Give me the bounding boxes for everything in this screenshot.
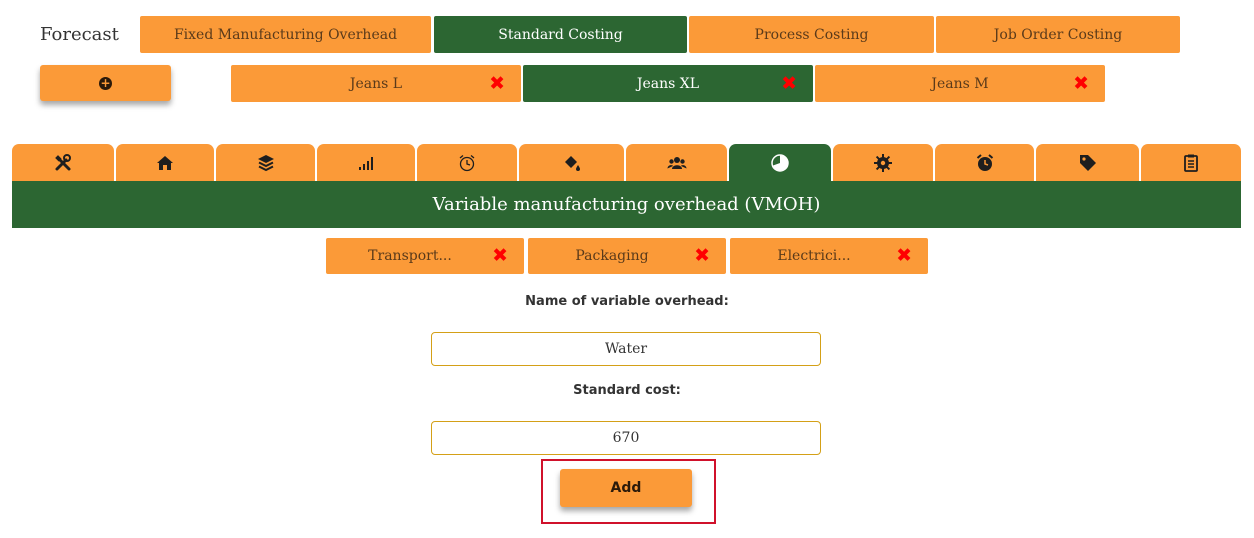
cost-field[interactable] bbox=[431, 421, 821, 455]
category-tab-pie[interactable] bbox=[729, 144, 831, 182]
tags-icon bbox=[1079, 155, 1096, 171]
cog-icon bbox=[874, 154, 892, 172]
category-tab-clipboard[interactable] bbox=[1141, 144, 1241, 182]
overhead-tag-packaging[interactable]: Packaging ✖ bbox=[528, 238, 726, 274]
overhead-label: Electrici... bbox=[777, 248, 851, 264]
overhead-tag-transport[interactable]: Transport... ✖ bbox=[326, 238, 524, 274]
cost-label: Standard cost: bbox=[573, 383, 681, 398]
plus-circle-icon: + bbox=[99, 75, 112, 90]
remove-icon[interactable]: ✖ bbox=[489, 74, 505, 93]
remove-icon[interactable]: ✖ bbox=[492, 246, 508, 266]
tab-standard-costing[interactable]: Standard Costing bbox=[434, 16, 687, 53]
alarm-clock-outline-icon bbox=[459, 155, 475, 172]
add-product-button[interactable]: + bbox=[40, 65, 171, 101]
category-tab-tools[interactable] bbox=[12, 144, 114, 182]
category-tab-cog[interactable] bbox=[833, 144, 933, 182]
product-tab-jeans-l[interactable]: Jeans L ✖ bbox=[231, 65, 521, 102]
product-tab-jeans-m[interactable]: Jeans M ✖ bbox=[815, 65, 1105, 102]
alarm-clock-icon bbox=[976, 154, 993, 171]
category-tab-alarm[interactable] bbox=[935, 144, 1034, 182]
category-tab-users[interactable] bbox=[626, 144, 727, 182]
remove-icon[interactable]: ✖ bbox=[1073, 74, 1089, 93]
product-tab-jeans-xl[interactable]: Jeans XL ✖ bbox=[523, 65, 813, 102]
category-tab-clock[interactable] bbox=[417, 144, 517, 182]
category-tab-layers[interactable] bbox=[216, 144, 315, 182]
remove-icon[interactable]: ✖ bbox=[896, 246, 912, 266]
home-icon bbox=[157, 156, 173, 170]
tools-icon bbox=[55, 154, 71, 171]
category-tab-home[interactable] bbox=[116, 144, 214, 182]
category-tab-tags[interactable] bbox=[1036, 144, 1139, 182]
add-button[interactable]: Add bbox=[560, 469, 692, 507]
overhead-tag-electricity[interactable]: Electrici... ✖ bbox=[730, 238, 928, 274]
category-tab-signal[interactable] bbox=[317, 144, 415, 182]
tab-job-order-costing[interactable]: Job Order Costing bbox=[936, 16, 1180, 53]
remove-icon[interactable]: ✖ bbox=[694, 246, 710, 266]
users-icon bbox=[667, 157, 686, 169]
app-title: Forecast bbox=[40, 24, 119, 45]
layers-icon bbox=[257, 155, 274, 172]
pie-chart-icon bbox=[771, 154, 789, 172]
overhead-label: Packaging bbox=[575, 248, 649, 264]
signal-bars-icon bbox=[359, 157, 373, 170]
tab-fixed-manufacturing-overhead[interactable]: Fixed Manufacturing Overhead bbox=[140, 16, 431, 53]
product-label: Jeans L bbox=[349, 75, 403, 92]
name-label: Name of variable overhead: bbox=[525, 294, 729, 309]
name-field[interactable] bbox=[431, 332, 821, 366]
paint-bucket-icon bbox=[564, 156, 580, 171]
clipboard-icon bbox=[1184, 154, 1198, 172]
section-banner: Variable manufacturing overhead (VMOH) bbox=[12, 181, 1241, 228]
category-tab-paint[interactable] bbox=[519, 144, 624, 182]
tab-process-costing[interactable]: Process Costing bbox=[689, 16, 934, 53]
product-label: Jeans XL bbox=[636, 75, 700, 92]
overhead-label: Transport... bbox=[368, 248, 452, 264]
remove-icon[interactable]: ✖ bbox=[781, 74, 797, 93]
product-label: Jeans M bbox=[931, 75, 989, 92]
